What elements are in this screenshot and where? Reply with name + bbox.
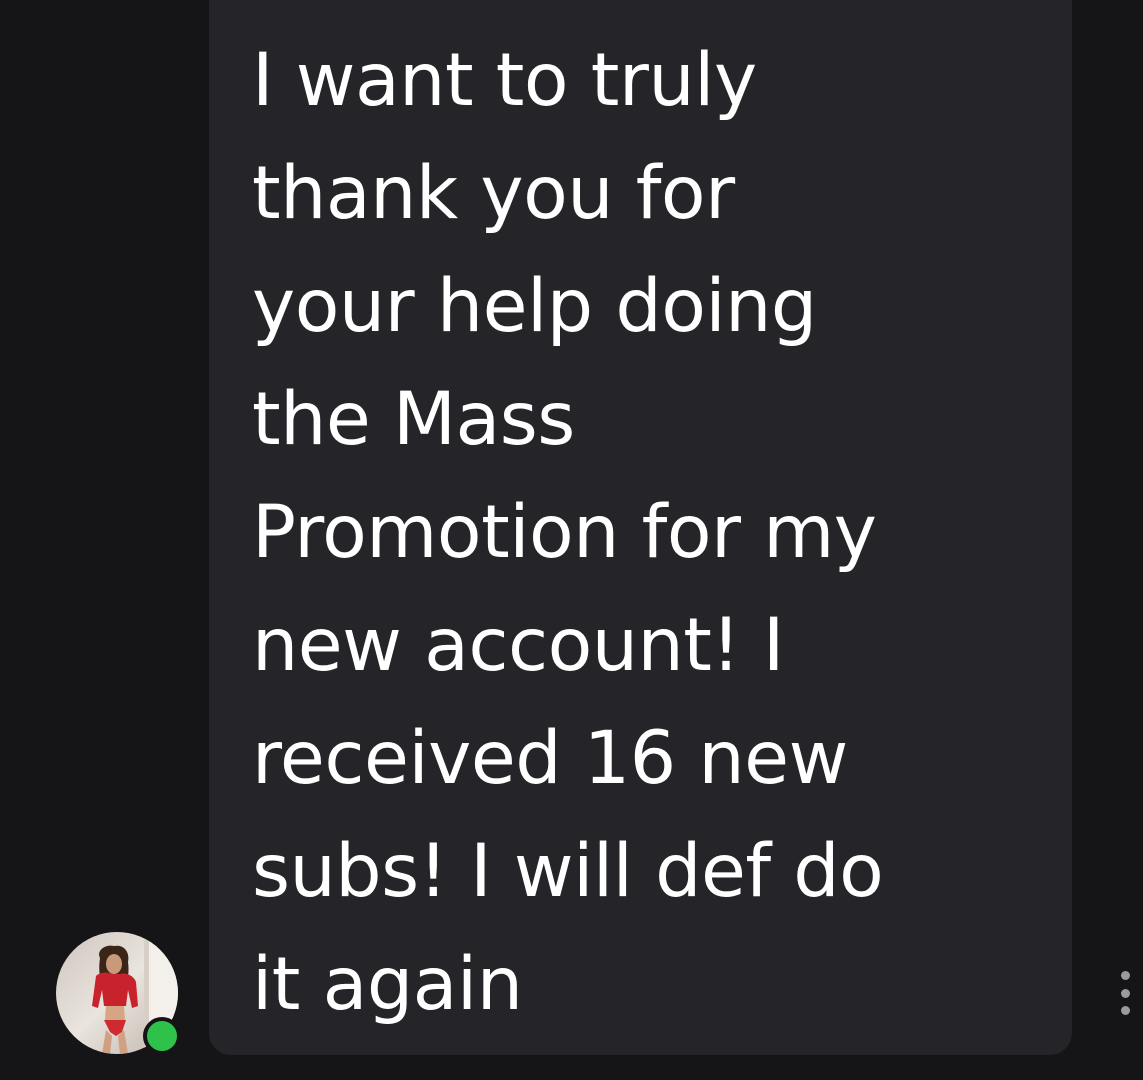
chat-screen: I want to truly thank you for your help …: [0, 0, 1143, 1080]
message-line: received 16 new: [252, 716, 848, 801]
dot: [1120, 1006, 1130, 1015]
message-line: Promotion for my: [252, 490, 877, 575]
dot: [1120, 988, 1130, 998]
message-line: the Mass: [252, 377, 575, 462]
message-line: I want to truly: [252, 38, 757, 123]
message-text: I want to truly thank you for your help …: [252, 24, 1052, 1041]
online-status-indicator: [143, 1017, 181, 1055]
dot: [1120, 971, 1130, 980]
message-line: thank you for: [252, 151, 735, 236]
message-line: new account! I: [252, 603, 784, 688]
message-line: subs! I will def do: [252, 829, 884, 914]
more-vertical-icon[interactable]: [1111, 968, 1139, 1018]
sender-avatar-button[interactable]: [56, 932, 181, 1055]
message-line: your help doing: [252, 264, 817, 349]
message-line: it again: [252, 942, 523, 1027]
